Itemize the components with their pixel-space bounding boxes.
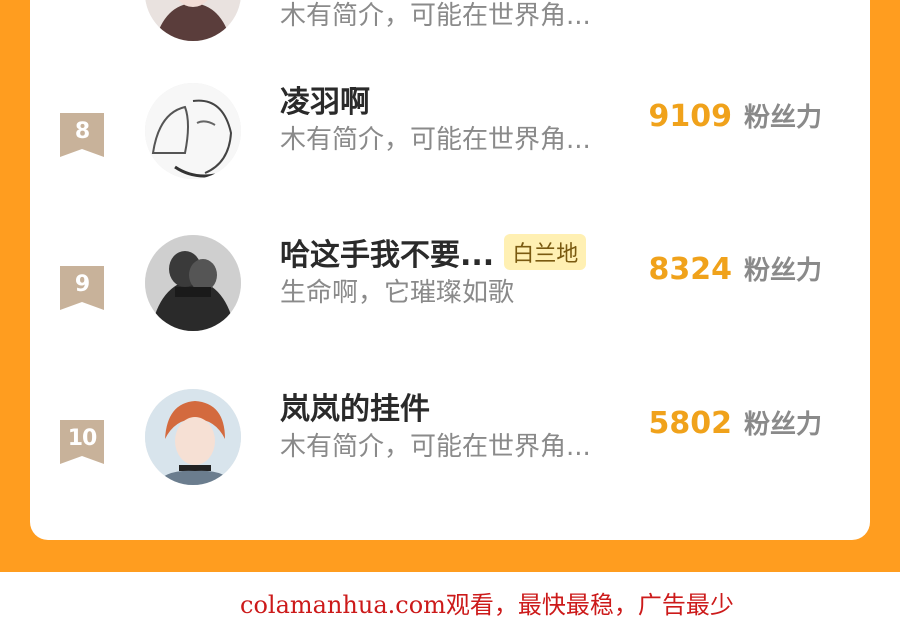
user-bio: 木有简介，可能在世界角... xyxy=(280,1,591,31)
name-line: 哈这手我不要... 白兰地 xyxy=(280,230,587,274)
fan-score-unit: 粉丝力 xyxy=(743,410,822,440)
fan-score-unit: 粉丝力 xyxy=(743,103,822,133)
fan-score: 9109 粉丝力 xyxy=(648,97,822,134)
ranking-row[interactable]: 10 岚岚的挂件 木有简介，可能在世界角... 5802 粉丝力 xyxy=(30,386,870,496)
rank-number: 9 xyxy=(74,272,90,297)
fan-score: 5802 粉丝力 xyxy=(648,404,822,441)
rank-number: 10 xyxy=(67,426,98,451)
rank-tag: 8 xyxy=(60,113,104,157)
avatar[interactable] xyxy=(145,83,241,179)
rank-tag: 9 xyxy=(60,266,104,310)
name-line: 岚岚的挂件 xyxy=(280,384,430,428)
fan-badge: 白兰地 xyxy=(504,234,587,270)
user-name[interactable]: 哈这手我不要... xyxy=(280,230,494,274)
ranking-row[interactable]: 8 凌羽啊 木有简介，可能在世界角... 9109 粉丝力 xyxy=(30,79,870,189)
user-name[interactable]: 岚岚的挂件 xyxy=(280,384,430,428)
fan-score-value: 9109 xyxy=(648,99,732,134)
page-background: 木有简介，可能在世界角... 8 凌羽啊 木有简介，可能在世界角... 9109… xyxy=(0,0,900,572)
fan-score-value: 8324 xyxy=(648,252,732,287)
fan-score-value: 5802 xyxy=(648,406,732,441)
user-name[interactable]: 凌羽啊 xyxy=(280,77,370,121)
user-bio: 木有简介，可能在世界角... xyxy=(280,432,591,462)
rank-tag: 10 xyxy=(60,420,104,464)
user-bio: 木有简介，可能在世界角... xyxy=(280,125,591,155)
ranking-row[interactable]: 9 哈这手我不要... 白兰地 生命啊，它璀璨如歌 8324 粉丝力 xyxy=(30,232,870,342)
avatar[interactable] xyxy=(145,235,241,331)
avatar[interactable] xyxy=(145,389,241,485)
name-line: 凌羽啊 xyxy=(280,77,370,121)
watermark-ad-text: colamanhua.com观看，最快最稳，广告最少 xyxy=(240,591,734,619)
ranking-row-partial[interactable]: 木有简介，可能在世界角... xyxy=(30,0,870,55)
ranking-card: 木有简介，可能在世界角... 8 凌羽啊 木有简介，可能在世界角... 9109… xyxy=(30,0,870,540)
user-bio: 生命啊，它璀璨如歌 xyxy=(280,278,515,308)
fan-score-unit: 粉丝力 xyxy=(743,256,822,286)
rank-number: 8 xyxy=(74,119,90,144)
fan-score: 8324 粉丝力 xyxy=(648,250,822,287)
avatar[interactable] xyxy=(145,0,241,41)
